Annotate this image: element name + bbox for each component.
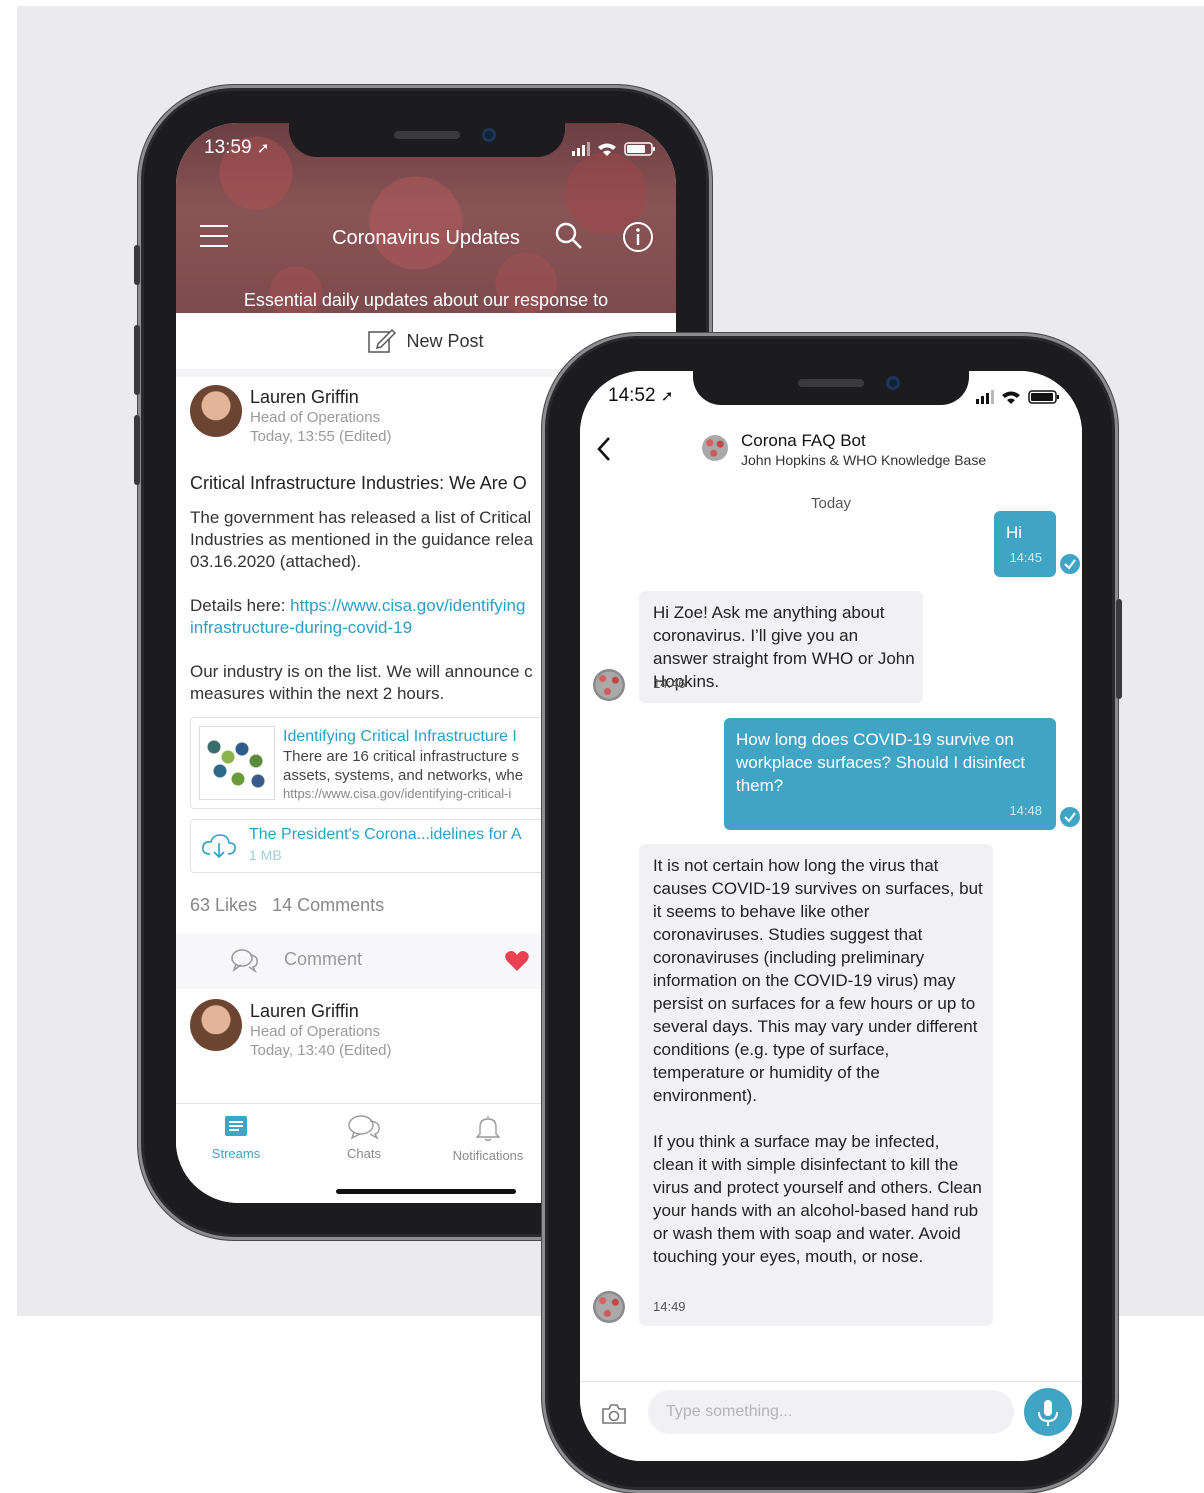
post-body: The government has released a list of Cr…: [190, 507, 533, 573]
status-time: 14:52 ➚: [608, 385, 674, 406]
microphone-icon: [1038, 1400, 1058, 1426]
tab-notifications[interactable]: Notifications: [428, 1114, 548, 1163]
post-author-role: Head of Operations: [250, 409, 381, 426]
message-text: Hi: [1006, 523, 1023, 542]
chats-icon: [348, 1115, 380, 1140]
notch: [693, 371, 969, 405]
chat-header: 14:52 ➚ Corona FAQ Bot John Hopkins & WH…: [580, 371, 1082, 481]
status-icons: [572, 141, 658, 157]
post-body-line: Industries as mentioned in the guidance …: [190, 530, 534, 549]
message-time: 14:45: [1009, 550, 1042, 565]
volume-up-button: [134, 325, 140, 395]
delivered-check-icon: [1058, 552, 1082, 576]
streams-icon: [225, 1116, 247, 1136]
phone-chat: 14:52 ➚ Corona FAQ Bot John Hopkins & WH…: [542, 333, 1122, 1493]
cloud-download-icon: [202, 834, 236, 859]
message-composer: Type something...: [580, 1381, 1082, 1461]
tab-chats[interactable]: Chats: [304, 1114, 424, 1161]
post-body-line: 03.16.2020 (attached).: [190, 552, 362, 571]
message-time: 14:48: [1009, 803, 1042, 818]
details-link[interactable]: https://www.cisa.gov/identifying: [290, 596, 525, 615]
link-preview-description: assets, systems, and networks, whe: [283, 767, 524, 784]
tab-label: Notifications: [452, 1148, 524, 1163]
post-author[interactable]: Lauren Griffin: [250, 387, 359, 408]
post-body-2: Our industry is on the list. We will ann…: [190, 661, 533, 705]
post-title: Critical Infrastructure Industries: We A…: [190, 473, 527, 493]
post-stats: 63 Likes 14 Comments: [190, 895, 384, 916]
tab-streams[interactable]: Streams: [176, 1114, 296, 1161]
post-author[interactable]: Lauren Griffin: [250, 1001, 359, 1022]
search-icon[interactable]: [554, 221, 584, 251]
heart-icon[interactable]: [504, 949, 530, 973]
signal-wifi-battery-icon: [976, 390, 1059, 404]
home-indicator[interactable]: [336, 1189, 516, 1194]
post-body-line: The government has released a list of Cr…: [190, 508, 532, 527]
new-post-label: New Post: [406, 330, 484, 351]
chat-screen: 14:52 ➚ Corona FAQ Bot John Hopkins & WH…: [580, 371, 1082, 1461]
location-arrow-icon: ➚: [660, 388, 674, 405]
notch: [289, 123, 565, 157]
bot-avatar[interactable]: [702, 435, 728, 461]
link-preview-title: Identifying Critical Infrastructure I: [283, 728, 517, 745]
bell-icon: [475, 1116, 501, 1142]
signal-wifi-battery-icon: [572, 142, 655, 156]
message-time: 14:46: [653, 676, 686, 691]
details-link-continued[interactable]: infrastructure-during-covid-19: [190, 617, 525, 639]
tab-label: Chats: [347, 1146, 381, 1161]
likes-count[interactable]: 63 Likes: [190, 895, 257, 915]
link-preview-url: https://www.cisa.gov/identifying-critica…: [283, 786, 512, 801]
speaker: [394, 131, 460, 139]
location-arrow-icon: ➚: [256, 140, 270, 157]
mute-switch: [134, 245, 140, 285]
message-text: Hi Zoe! Ask me anything about coronaviru…: [653, 603, 915, 691]
compose-icon: [368, 328, 397, 353]
avatar[interactable]: [190, 385, 242, 437]
attachment-name: The President's Corona...idelines for A: [249, 826, 522, 843]
volume-down-button: [134, 415, 140, 485]
message-text: If you think a surface may be infected, …: [653, 1132, 982, 1266]
day-separator: Today: [810, 495, 852, 512]
chat-subtitle: John Hopkins & WHO Knowledge Base: [741, 452, 987, 468]
details-prefix: Details here:: [190, 596, 291, 615]
message-text: It is not certain how long the virus tha…: [653, 856, 983, 1105]
bot-avatar: [593, 669, 625, 701]
post-details: Details here: https://www.cisa.gov/ident…: [190, 595, 525, 639]
tab-label: Streams: [211, 1146, 261, 1161]
message-text: How long does COVID-19 survive on workpl…: [736, 730, 1026, 795]
bot-avatar: [593, 1291, 625, 1323]
message-outgoing[interactable]: Hi 14:45: [994, 511, 1056, 577]
microphone-button[interactable]: [1024, 1388, 1072, 1436]
post-time: Today, 13:40 (Edited): [250, 1042, 392, 1059]
delivered-check-icon: [1058, 805, 1082, 829]
back-chevron-icon[interactable]: [594, 435, 614, 463]
comment-icon[interactable]: [230, 947, 260, 973]
front-camera: [886, 376, 900, 390]
camera-icon[interactable]: [600, 1402, 628, 1426]
link-preview-description: There are 16 critical infrastructure s: [283, 748, 519, 765]
message-input[interactable]: Type something...: [648, 1390, 1014, 1434]
message-incoming[interactable]: It is not certain how long the virus tha…: [639, 844, 993, 1326]
comments-count[interactable]: 14 Comments: [272, 895, 384, 915]
info-icon[interactable]: [622, 221, 654, 253]
stream-title: Coronavirus Updates: [332, 227, 520, 249]
message-outgoing[interactable]: How long does COVID-19 survive on workpl…: [724, 718, 1056, 830]
avatar[interactable]: [190, 999, 242, 1051]
comment-button[interactable]: Comment: [284, 949, 362, 970]
power-button: [1116, 599, 1122, 699]
post-time: Today, 13:55 (Edited): [250, 428, 392, 445]
status-time: 13:59 ➚: [204, 137, 270, 158]
link-preview-thumbnail: [199, 726, 275, 800]
message-time: 14:49: [653, 1299, 686, 1314]
post-body-line: Our industry is on the list. We will ann…: [190, 662, 533, 681]
speaker: [798, 379, 864, 387]
front-camera: [482, 128, 496, 142]
post-body-line: measures within the next 2 hours.: [190, 684, 445, 703]
post-author-role: Head of Operations: [250, 1023, 381, 1040]
chat-title: Corona FAQ Bot: [741, 431, 866, 450]
attachment-size: 1 MB: [249, 847, 282, 863]
message-incoming[interactable]: Hi Zoe! Ask me anything about coronaviru…: [639, 591, 923, 703]
